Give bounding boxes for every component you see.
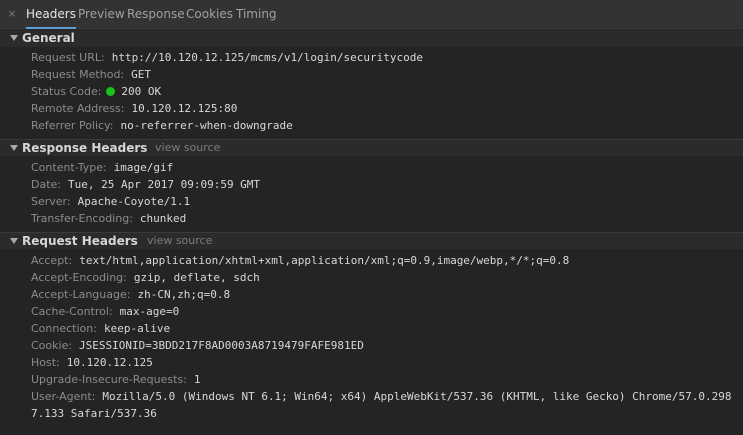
- header-value: gzip, deflate, sdch: [133, 271, 260, 284]
- tab-response[interactable]: Response: [127, 0, 185, 28]
- request-row-accept-encoding: Accept-Encoding: gzip, deflate, sdch: [31, 269, 260, 286]
- header-value: image/gif: [113, 161, 174, 174]
- collapse-triangle-icon[interactable]: [10, 145, 18, 151]
- tab-headers[interactable]: Headers: [26, 0, 76, 29]
- tab-preview[interactable]: Preview: [78, 0, 125, 28]
- view-source-link[interactable]: view source: [155, 140, 220, 156]
- tab-cookies[interactable]: Cookies: [186, 0, 233, 28]
- header-key: User-Agent:: [31, 390, 96, 403]
- request-row-user-agent: User-Agent: Mozilla/5.0 (Windows NT 6.1; …: [31, 388, 739, 422]
- header-value: 1: [193, 373, 201, 386]
- header-value: no-referrer-when-downgrade: [120, 119, 293, 132]
- header-key: Date:: [31, 178, 61, 191]
- general-row-request-method: Request Method: GET: [31, 66, 151, 83]
- response-row-server: Server: Apache-Coyote/1.1: [31, 193, 190, 210]
- response-row-date: Date: Tue, 25 Apr 2017 09:09:59 GMT: [31, 176, 260, 193]
- header-key: Cache-Control:: [31, 305, 113, 318]
- header-key: Remote Address:: [31, 102, 125, 115]
- header-value: JSESSIONID=3BDD217F8AD0003A8719479FAFE98…: [79, 339, 364, 352]
- header-value: max-age=0: [119, 305, 180, 318]
- header-value: text/html,application/xhtml+xml,applicat…: [79, 254, 570, 267]
- general-row-referrer-policy: Referrer Policy: no-referrer-when-downgra…: [31, 117, 293, 134]
- header-key: Server:: [31, 195, 71, 208]
- header-key: Request URL:: [31, 51, 105, 64]
- header-key: Cookie:: [31, 339, 73, 352]
- header-value: Mozilla/5.0 (Windows NT 6.1; Win64; x64)…: [31, 390, 732, 420]
- close-icon[interactable]: ×: [6, 7, 18, 21]
- request-row-cache-control: Cache-Control: max-age=0: [31, 303, 179, 320]
- header-key: Accept-Language:: [31, 288, 131, 301]
- view-source-link[interactable]: view source: [147, 233, 212, 249]
- request-row-cookie: Cookie: JSESSIONID=3BDD217F8AD0003A871947…: [31, 337, 364, 354]
- header-key: Content-Type:: [31, 161, 107, 174]
- general-row-request-url: Request URL: http://10.120.12.125/mcms/v1…: [31, 49, 423, 66]
- tab-timing[interactable]: Timing: [236, 0, 277, 28]
- section-general-header[interactable]: General: [0, 30, 743, 47]
- request-row-upgrade-insecure-requests: Upgrade-Insecure-Requests: 1: [31, 371, 201, 388]
- header-key: Status Code:: [31, 85, 102, 98]
- section-title: General: [22, 31, 75, 45]
- request-row-accept: Accept: text/html,application/xhtml+xml,a…: [31, 252, 569, 269]
- collapse-triangle-icon[interactable]: [10, 238, 18, 244]
- header-value: chunked: [139, 212, 187, 225]
- header-key: Request Method:: [31, 68, 125, 81]
- header-key: Accept-Encoding:: [31, 271, 127, 284]
- header-value: keep-alive: [103, 322, 171, 335]
- header-value: 10.120.12.125: [66, 356, 153, 369]
- devtools-tab-bar: × Headers Preview Response Cookies Timin…: [0, 0, 743, 29]
- header-key: Accept:: [31, 254, 73, 267]
- request-row-connection: Connection: keep-alive: [31, 320, 170, 337]
- section-title: Response Headers: [22, 141, 148, 155]
- response-row-transfer-encoding: Transfer-Encoding: chunked: [31, 210, 186, 227]
- header-value: zh-CN,zh;q=0.8: [137, 288, 231, 301]
- section-request-headers-header[interactable]: Request Headers view source: [0, 232, 743, 249]
- status-ok-dot-icon: [106, 87, 116, 96]
- header-key: Host:: [31, 356, 60, 369]
- header-key: Connection:: [31, 322, 97, 335]
- header-value: GET: [131, 68, 152, 81]
- header-key: Upgrade-Insecure-Requests:: [31, 373, 187, 386]
- section-title: Request Headers: [22, 234, 138, 248]
- header-value: 10.120.12.125:80: [131, 102, 238, 115]
- general-row-remote-address: Remote Address: 10.120.12.125:80: [31, 100, 237, 117]
- general-row-status-code: Status Code: 200 OK: [31, 83, 161, 100]
- header-value: http://10.120.12.125/mcms/v1/login/secur…: [111, 51, 423, 64]
- header-key: Referrer Policy:: [31, 119, 114, 132]
- header-key: Transfer-Encoding:: [31, 212, 133, 225]
- header-value: Apache-Coyote/1.1: [77, 195, 191, 208]
- header-value: 200 OK: [121, 85, 162, 98]
- header-value: Tue, 25 Apr 2017 09:09:59 GMT: [68, 178, 261, 191]
- request-row-accept-language: Accept-Language: zh-CN,zh;q=0.8: [31, 286, 230, 303]
- collapse-triangle-icon[interactable]: [10, 35, 18, 41]
- request-row-host: Host: 10.120.12.125: [31, 354, 153, 371]
- section-response-headers-header[interactable]: Response Headers view source: [0, 139, 743, 156]
- response-row-content-type: Content-Type: image/gif: [31, 159, 173, 176]
